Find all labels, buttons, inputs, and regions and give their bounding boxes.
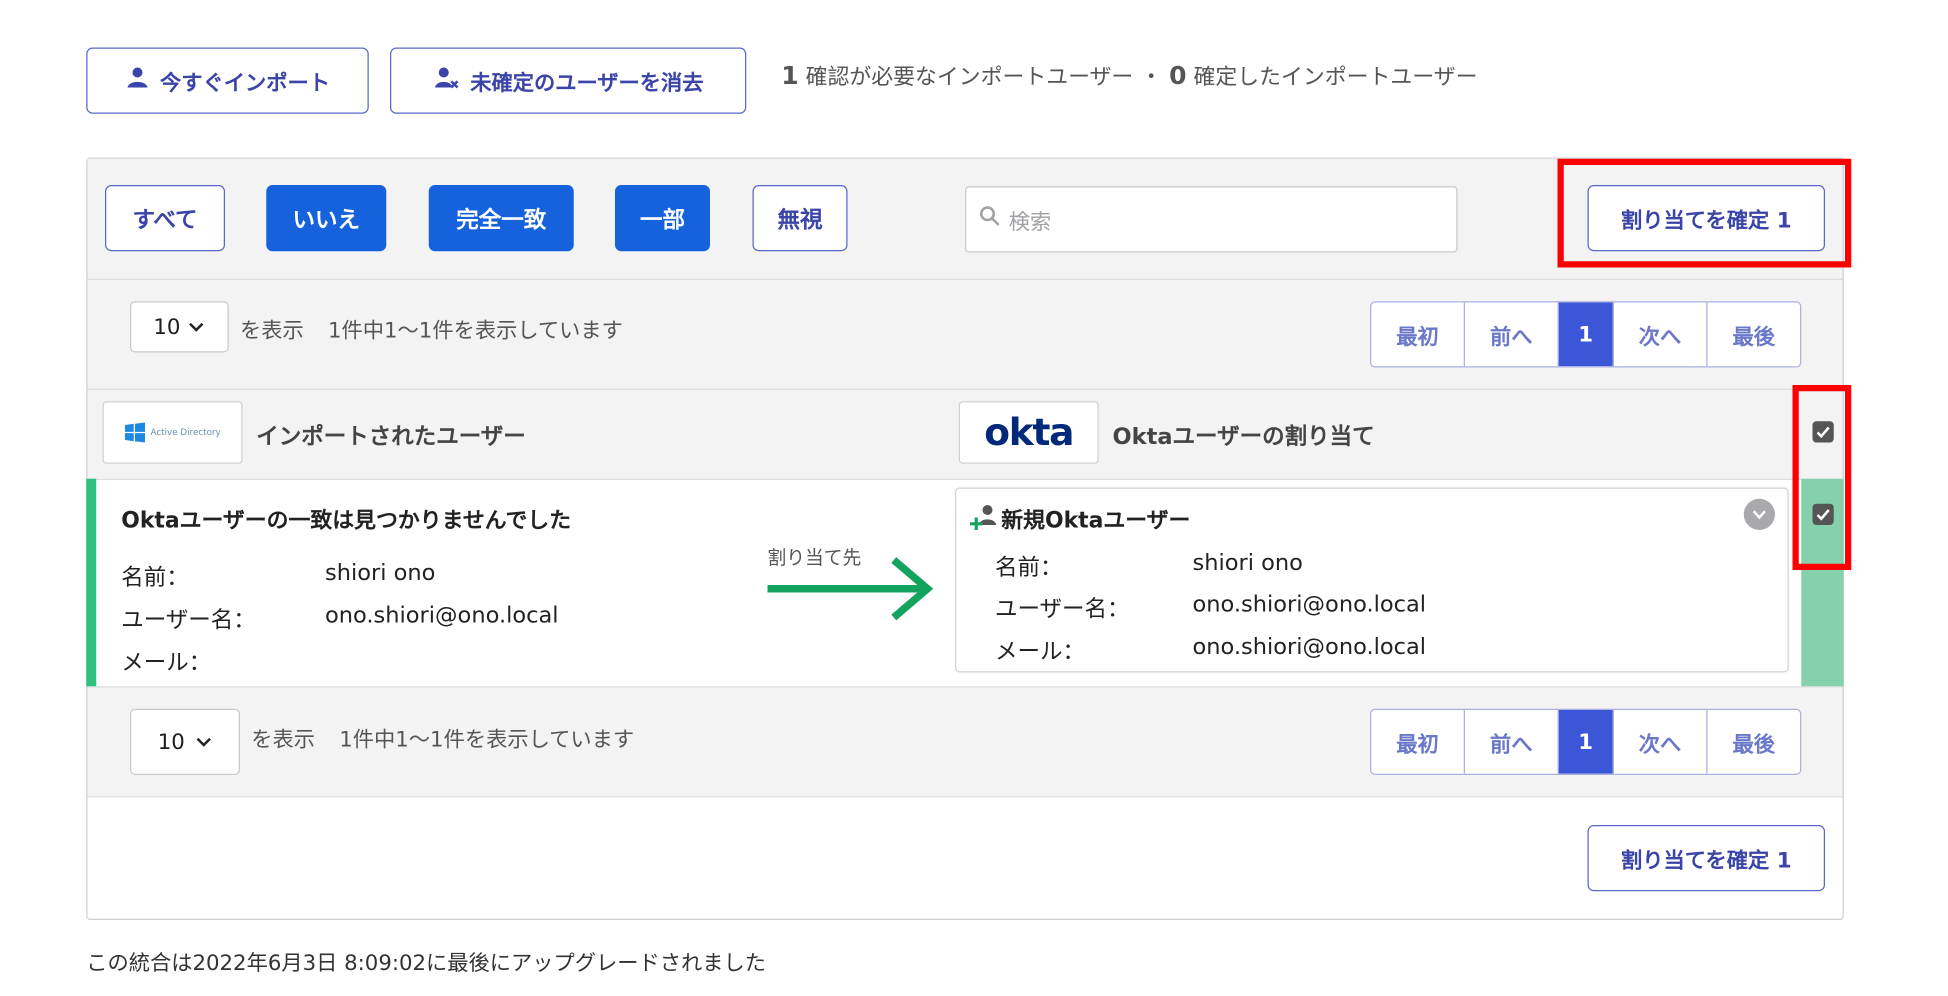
okta-logo-text: okta — [984, 410, 1074, 455]
pager-prev-bottom[interactable]: 前へ — [1465, 710, 1559, 774]
pager-last-bottom[interactable]: 最後 — [1708, 710, 1801, 774]
name-value: shiori ono — [325, 560, 436, 587]
chevron-down-icon — [188, 314, 206, 339]
search-placeholder: 検索 — [1008, 210, 1052, 235]
filter-ignore-button[interactable]: 無視 — [752, 185, 848, 252]
page-size-select-top[interactable]: 10 — [130, 301, 229, 353]
ad-logo-text: Active Directory — [150, 427, 221, 438]
email-label: メール： — [121, 650, 212, 677]
page-size-value-bottom: 10 — [157, 729, 185, 755]
confirmed-text: 確定したインポートユーザー — [1193, 65, 1478, 90]
need-review-count: 1 — [781, 60, 799, 90]
card-email-value: ono.shiori@ono.local — [1192, 633, 1427, 660]
row-status-bar — [86, 478, 97, 687]
status-separator: ・ — [1140, 65, 1163, 90]
card-email-label: メール： — [995, 638, 1085, 665]
pager-next-bottom[interactable]: 次へ — [1614, 710, 1708, 774]
search-input[interactable]: 検索 — [965, 186, 1458, 253]
pager-top: 最初 前へ 1 次へ 最後 — [1370, 301, 1802, 368]
filter-ignore-label: 無視 — [777, 206, 823, 234]
pager-last-top[interactable]: 最後 — [1708, 303, 1801, 367]
pager-bottom: 最初 前へ 1 次へ 最後 — [1370, 708, 1802, 775]
pagination-summary-top: を表示 1件中1～1件を表示しています — [240, 313, 623, 344]
clear-unconfirmed-button[interactable]: 未確定のユーザーを消去 — [390, 47, 747, 114]
card-name-label: 名前： — [995, 555, 1063, 582]
show-label-top: を表示 — [240, 318, 304, 344]
filter-exact-label: 完全一致 — [456, 206, 547, 234]
search-icon — [979, 205, 1002, 234]
pager-next-top[interactable]: 次へ — [1614, 302, 1708, 367]
summary-text-top: 1件中1～1件を表示しています — [328, 318, 623, 344]
active-directory-logo: Active Directory — [102, 401, 243, 464]
import-now-label: 今すぐインポート — [160, 71, 330, 97]
confirm-assignments-label-bottom: 割り当てを確定 1 — [1620, 848, 1792, 874]
chevron-down-icon — [1752, 510, 1766, 520]
show-label-bottom: を表示 — [251, 727, 315, 753]
pager-current-top[interactable]: 1 — [1558, 302, 1614, 367]
confirm-assignments-button-bottom[interactable]: 割り当てを確定 1 — [1587, 825, 1825, 892]
need-review-text: 確認が必要なインポートユーザー — [805, 65, 1134, 90]
card-chevron-button[interactable] — [1743, 498, 1775, 530]
pager-first-top[interactable]: 最初 — [1371, 302, 1465, 367]
filter-partial-button[interactable]: 一部 — [615, 185, 710, 252]
username-value: ono.shiori@ono.local — [325, 602, 559, 629]
card-username-value: ono.shiori@ono.local — [1192, 591, 1427, 618]
page-size-value-top: 10 — [153, 314, 181, 340]
filter-no-label: いいえ — [292, 206, 361, 234]
chevron-down-icon — [195, 729, 213, 754]
last-upgraded-note: この統合は2022年6月3日 8:09:02に最後にアップグレードされました — [86, 951, 767, 977]
page-size-select-bottom[interactable]: 10 — [130, 708, 240, 775]
pager-first-bottom[interactable]: 最初 — [1371, 710, 1465, 774]
filter-partial-label: 一部 — [640, 206, 685, 234]
card-username-label: ユーザー名： — [995, 596, 1130, 623]
highlight-checkboxes — [1792, 385, 1852, 570]
okta-assign-header: Oktaユーザーの割り当て — [1112, 423, 1375, 450]
pagination-summary-bottom: を表示 1件中1～1件を表示しています — [251, 721, 635, 753]
new-okta-user-title: 新規Oktaユーザー — [1001, 508, 1191, 534]
arrow-right-icon — [767, 557, 934, 621]
okta-logo: okta — [958, 401, 1099, 464]
username-label: ユーザー名： — [121, 607, 256, 634]
filter-no-button[interactable]: いいえ — [266, 185, 387, 252]
no-match-title: Oktaユーザーの一致は見つかりませんでした — [121, 508, 572, 534]
clear-unconfirmed-label: 未確定のユーザーを消去 — [470, 71, 704, 97]
windows-icon — [125, 422, 146, 443]
imported-users-header: インポートされたユーザー — [256, 423, 526, 450]
import-status: 1 確認が必要なインポートユーザー ・ 0 確定したインポートユーザー — [781, 60, 1477, 91]
card-name-value: shiori ono — [1192, 550, 1303, 577]
name-label: 名前： — [121, 565, 189, 592]
filter-exact-button[interactable]: 完全一致 — [428, 185, 574, 252]
filter-all-button[interactable]: すべて — [105, 185, 225, 252]
import-now-button[interactable]: 今すぐインポート — [86, 47, 369, 114]
summary-text-bottom: 1件中1～1件を表示しています — [339, 727, 635, 753]
add-user-icon — [969, 503, 999, 536]
highlight-confirm-top — [1557, 158, 1852, 268]
user-import-icon — [125, 65, 150, 96]
confirmed-count: 0 — [1169, 60, 1187, 90]
pager-prev-top[interactable]: 前へ — [1465, 302, 1559, 367]
user-remove-icon — [433, 65, 461, 96]
pager-current-bottom[interactable]: 1 — [1558, 710, 1614, 774]
filter-all-label: すべて — [132, 206, 198, 234]
